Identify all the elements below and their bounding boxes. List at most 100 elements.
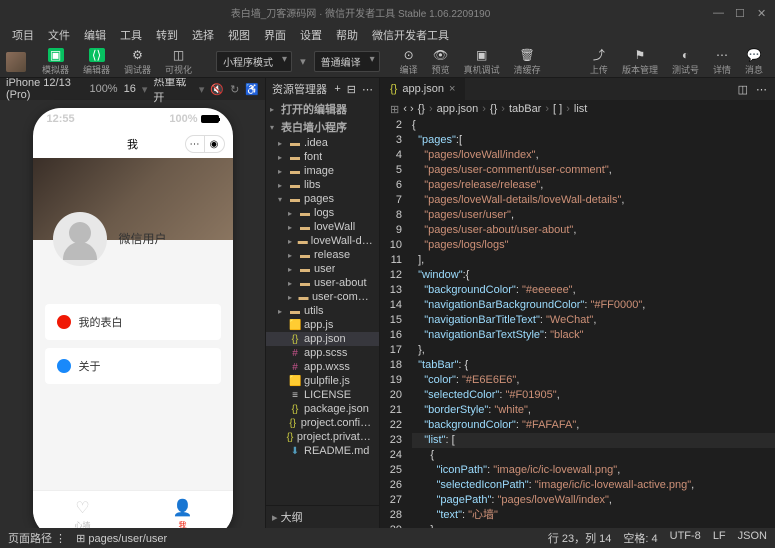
tree-item-libs[interactable]: ▸▬libs xyxy=(266,178,379,192)
phone-tab-我[interactable]: 👤我 xyxy=(133,491,233,528)
phone-statusbar: 12:55 100% xyxy=(33,108,233,130)
close-icon[interactable]: ✕ xyxy=(757,7,767,17)
tree-item-.idea[interactable]: ▸▬.idea xyxy=(266,136,379,150)
more-icon[interactable]: ♿ xyxy=(245,83,259,96)
compile-dropdown[interactable]: 普通编译 xyxy=(314,51,380,72)
menu-编辑[interactable]: 编辑 xyxy=(78,25,112,45)
toolbar-版本管理[interactable]: ⚑版本管理 xyxy=(616,46,664,78)
breadcrumb[interactable]: ⊞‹ › {}›app.json›{}›tabBar›[ ]›list xyxy=(380,100,775,118)
font-size[interactable]: 16 xyxy=(124,83,136,95)
bullet-icon xyxy=(57,359,71,373)
toolbar-消息[interactable]: 💬消息 xyxy=(739,46,769,78)
tree-item-utils[interactable]: ▸▬utils xyxy=(266,304,379,318)
window-title: 表白墙_刀客源码网 · 微信开发者工具 Stable 1.06.2209190 xyxy=(231,5,491,20)
toolbar-可视化[interactable]: ◫可视化 xyxy=(159,46,198,78)
editor-tab-appjson[interactable]: {} app.json × xyxy=(380,78,466,100)
battery-percent: 100% xyxy=(169,113,197,125)
user-avatar[interactable] xyxy=(6,52,26,72)
menu-视图[interactable]: 视图 xyxy=(222,25,256,45)
toolbar-上传[interactable]: ⤴上传 xyxy=(584,46,614,78)
toolbar-调试器[interactable]: ⚙调试器 xyxy=(118,46,157,78)
tree-item-release[interactable]: ▸▬release xyxy=(266,248,379,262)
menu-选择[interactable]: 选择 xyxy=(186,25,220,45)
toolbar-详情[interactable]: ⋯详情 xyxy=(707,46,737,78)
list-item[interactable]: 关于 xyxy=(45,348,221,384)
tree-item-font[interactable]: ▸▬font xyxy=(266,150,379,164)
status-item[interactable]: JSON xyxy=(738,530,767,546)
file-explorer: 资源管理器 + ⊟ ⋯ ▸打开的编辑器▾表白墙小程序▸▬.idea▸▬font▸… xyxy=(265,78,380,528)
mode-dropdown[interactable]: 小程序模式 xyxy=(216,51,292,72)
menu-界面[interactable]: 界面 xyxy=(258,25,292,45)
menubar: 项目文件编辑工具转到选择视图界面设置帮助微信开发者工具 xyxy=(0,24,775,46)
tree-item-app.js[interactable]: 🟨app.js xyxy=(266,318,379,332)
tree-item-LICENSE[interactable]: ≡LICENSE xyxy=(266,388,379,402)
toolbar-测试号[interactable]: ◐测试号 xyxy=(666,46,705,78)
tree-item-user[interactable]: ▸▬user xyxy=(266,262,379,276)
tree-item-image[interactable]: ▸▬image xyxy=(266,164,379,178)
phone-content: 微信用户 我的表白关于 xyxy=(33,158,233,490)
minimize-icon[interactable]: — xyxy=(713,7,723,17)
simulator-panel: iPhone 12/13 (Pro) 100% 16 ▾ 热重载 开 ▾ 🔇 ↻… xyxy=(0,78,265,528)
user-avatar-large[interactable] xyxy=(53,212,107,266)
code-area[interactable]: 2345678910111213141516171819202122232425… xyxy=(380,118,775,528)
toolbar-编辑器[interactable]: ⟨⟩编辑器 xyxy=(77,46,116,78)
tree-item-loveWall[interactable]: ▸▬loveWall xyxy=(266,220,379,234)
phone-tab-心墙[interactable]: ♡心墙 xyxy=(33,491,133,528)
tree-item-app.json[interactable]: {}app.json xyxy=(266,332,379,346)
toolbar-清缓存[interactable]: 🗑清缓存 xyxy=(508,46,547,78)
toolbar-真机调试[interactable]: ▣真机调试 xyxy=(458,46,506,78)
tree-item-package.json[interactable]: {}package.json xyxy=(266,402,379,416)
tree-item-project.private.config.js...[interactable]: {}project.private.config.js... xyxy=(266,430,379,444)
tree-item-app.scss[interactable]: #app.scss xyxy=(266,346,379,360)
tab-close-icon[interactable]: × xyxy=(449,83,455,95)
tree-item-user-about[interactable]: ▸▬user-about xyxy=(266,276,379,290)
status-item[interactable]: 空格: 4 xyxy=(623,530,657,546)
tree-section[interactable]: ▸打开的编辑器 xyxy=(266,100,379,118)
titlebar: 表白墙_刀客源码网 · 微信开发者工具 Stable 1.06.2209190 … xyxy=(0,0,775,24)
phone-frame: 12:55 100% 我 ⋯ ◉ 微信用户 xyxy=(33,108,233,528)
tree-item-project.config.json[interactable]: {}project.config.json xyxy=(266,416,379,430)
menu-微信开发者工具[interactable]: 微信开发者工具 xyxy=(366,25,455,45)
status-item[interactable]: 行 23，列 14 xyxy=(548,530,612,546)
list-item[interactable]: 我的表白 xyxy=(45,304,221,340)
capsule-menu-icon[interactable]: ⋯ xyxy=(185,135,205,153)
battery-icon xyxy=(201,115,219,123)
new-file-icon[interactable]: + xyxy=(334,83,340,96)
toolbar-编译[interactable]: ⊙编译 xyxy=(394,46,424,78)
dropdown-icon: ▾ xyxy=(300,55,306,68)
status-path[interactable]: ⊞ pages/user/user xyxy=(76,532,167,545)
tree-section[interactable]: ▾表白墙小程序 xyxy=(266,118,379,136)
tree-item-user-comment[interactable]: ▸▬user-comment xyxy=(266,290,379,304)
zoom-selector[interactable]: 100% xyxy=(89,83,117,95)
tree-item-README.md[interactable]: ⬇README.md xyxy=(266,444,379,458)
toolbar-模拟器[interactable]: ▣模拟器 xyxy=(36,46,75,78)
tree-item-gulpfile.js[interactable]: 🟨gulpfile.js xyxy=(266,374,379,388)
menu-项目[interactable]: 项目 xyxy=(6,25,40,45)
rotate-icon[interactable]: ↻ xyxy=(230,83,239,96)
menu-文件[interactable]: 文件 xyxy=(42,25,76,45)
toolbar-预览[interactable]: 👁预览 xyxy=(426,46,456,78)
tree-item-logs[interactable]: ▸▬logs xyxy=(266,206,379,220)
capsule-close-icon[interactable]: ◉ xyxy=(205,135,225,153)
status-path-label[interactable]: 页面路径 ⋮ xyxy=(8,530,66,546)
menu-帮助[interactable]: 帮助 xyxy=(330,25,364,45)
device-selector[interactable]: iPhone 12/13 (Pro) xyxy=(6,78,83,101)
more-icon[interactable]: ⋯ xyxy=(756,83,767,96)
explorer-title: 资源管理器 xyxy=(272,81,327,97)
tree-item-pages[interactable]: ▾▬pages xyxy=(266,192,379,206)
split-icon[interactable]: ◫ xyxy=(738,83,748,96)
more-icon[interactable]: ⋯ xyxy=(362,83,373,96)
toolbar: ▣模拟器⟨⟩编辑器⚙调试器◫可视化 小程序模式 ▾ 普通编译 ⊙编译👁预览▣真机… xyxy=(0,46,775,78)
collapse-icon[interactable]: ⊟ xyxy=(347,83,356,96)
tree-item-app.wxss[interactable]: #app.wxss xyxy=(266,360,379,374)
outline-section[interactable]: ▸ 大纲 xyxy=(266,505,379,528)
maximize-icon[interactable]: ☐ xyxy=(735,7,745,17)
menu-工具[interactable]: 工具 xyxy=(114,25,148,45)
editor-tabs: {} app.json × ◫ ⋯ xyxy=(380,78,775,100)
menu-设置[interactable]: 设置 xyxy=(294,25,328,45)
tree-item-loveWall-details[interactable]: ▸▬loveWall-details xyxy=(266,234,379,248)
status-item[interactable]: LF xyxy=(713,530,726,546)
mute-icon[interactable]: 🔇 xyxy=(210,83,224,96)
status-item[interactable]: UTF-8 xyxy=(670,530,701,546)
menu-转到[interactable]: 转到 xyxy=(150,25,184,45)
